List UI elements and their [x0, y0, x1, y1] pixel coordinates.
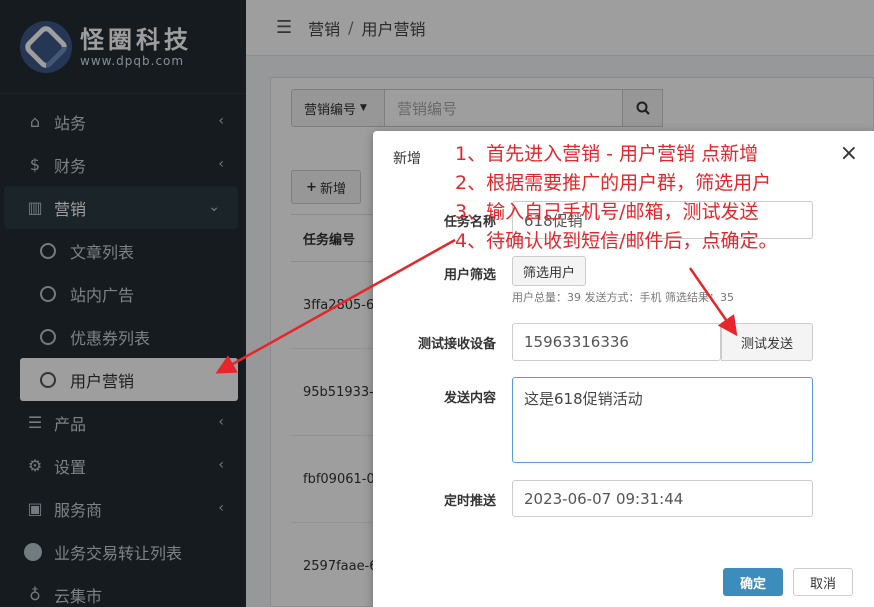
content-textarea[interactable]: 这是618促销活动: [512, 377, 813, 463]
test-device-input[interactable]: 15963316336: [512, 323, 721, 361]
schedule-label: 定时推送: [443, 494, 496, 509]
note-step-4: 4、待确认收到短信/邮件后，点确定。: [455, 230, 778, 252]
note-step-1: 1、首先进入营销 - 用户营销 点新增: [455, 143, 759, 165]
test-send-button[interactable]: 测试发送: [721, 323, 813, 361]
note-step-3: 3、输入自己手机号/邮箱，测试发送: [455, 201, 759, 223]
close-icon[interactable]: ×: [840, 143, 858, 165]
filter-users-button[interactable]: 筛选用户: [512, 256, 586, 286]
cancel-button[interactable]: 取消: [793, 568, 853, 596]
note-step-2: 2、根据需要推广的用户群，筛选用户: [455, 172, 772, 194]
instruction-notes: 1、首先进入营销 - 用户营销 点新增 2、根据需要推广的用户群，筛选用户 3、…: [455, 140, 778, 256]
confirm-button[interactable]: 确定: [723, 568, 783, 596]
filter-summary: 用户总量：39 发送方式：手机 筛选结果：35: [512, 291, 734, 304]
test-device-label: 测试接收设备: [417, 337, 496, 352]
content-label: 发送内容: [443, 391, 496, 406]
user-filter-label: 用户筛选: [443, 268, 496, 283]
dialog-title: 新增: [393, 151, 421, 167]
schedule-input[interactable]: 2023-06-07 09:31:44: [512, 480, 813, 517]
